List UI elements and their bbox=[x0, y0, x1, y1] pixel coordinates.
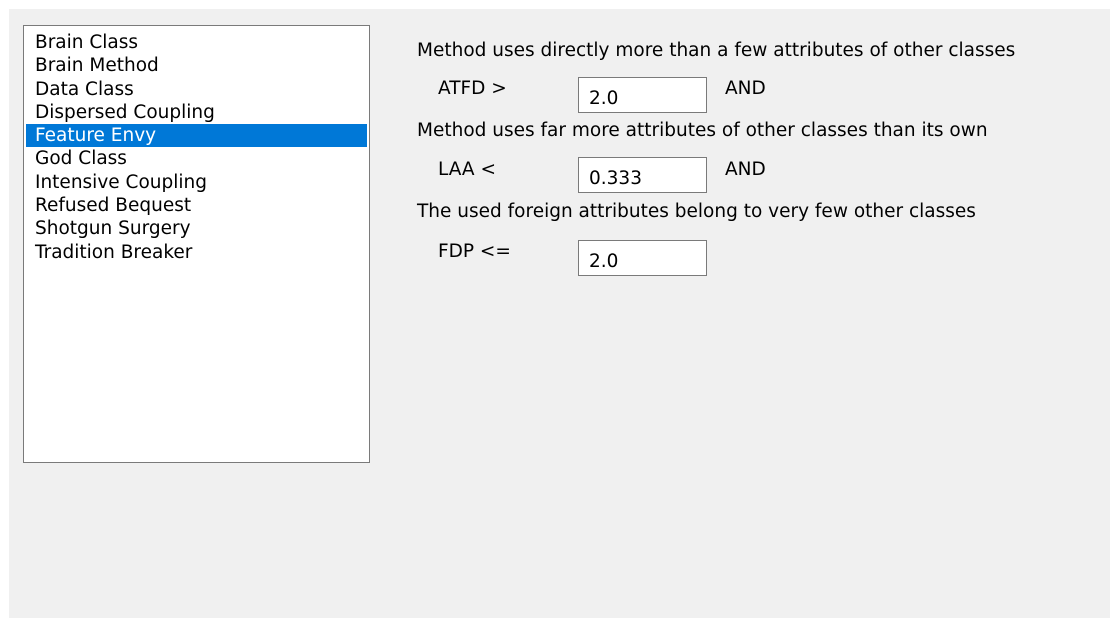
criterion-description: Method uses far more attributes of other… bbox=[417, 120, 988, 141]
and-connector: AND bbox=[725, 159, 766, 180]
code-smell-list[interactable]: Brain Class Brain Method Data Class Disp… bbox=[23, 25, 370, 463]
criterion-description: The used foreign attributes belong to ve… bbox=[417, 201, 976, 222]
criterion-description: Method uses directly more than a few att… bbox=[417, 40, 1016, 61]
metric-label-laa: LAA < bbox=[438, 159, 496, 180]
list-item-brain-class[interactable]: Brain Class bbox=[26, 31, 367, 54]
list-item-god-class[interactable]: God Class bbox=[26, 147, 367, 170]
list-item-shotgun-surgery[interactable]: Shotgun Surgery bbox=[26, 217, 367, 240]
list-item-tradition-breaker[interactable]: Tradition Breaker bbox=[26, 241, 367, 264]
list-item-feature-envy[interactable]: Feature Envy bbox=[26, 124, 367, 148]
list-item-brain-method[interactable]: Brain Method bbox=[26, 54, 367, 77]
list-item-intensive-coupling[interactable]: Intensive Coupling bbox=[26, 171, 367, 194]
list-item-data-class[interactable]: Data Class bbox=[26, 78, 367, 101]
list-item-dispersed-coupling[interactable]: Dispersed Coupling bbox=[26, 101, 367, 124]
laa-threshold-input[interactable] bbox=[578, 157, 707, 193]
atfd-threshold-input[interactable] bbox=[578, 77, 707, 113]
metric-label-atfd: ATFD > bbox=[438, 78, 507, 99]
list-item-refused-bequest[interactable]: Refused Bequest bbox=[26, 194, 367, 217]
fdp-threshold-input[interactable] bbox=[578, 240, 707, 276]
and-connector: AND bbox=[725, 78, 766, 99]
metric-label-fdp: FDP <= bbox=[438, 241, 511, 262]
